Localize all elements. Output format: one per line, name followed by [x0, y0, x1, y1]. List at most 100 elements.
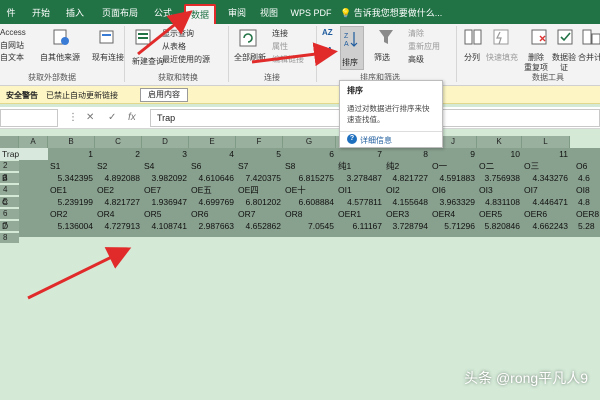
recent-sources-button[interactable]: 最近使用的源 — [162, 54, 210, 65]
sort-button[interactable]: ZA 排序 — [340, 26, 364, 70]
cell-value[interactable]: 4.662243 — [524, 221, 568, 231]
flash-fill-button[interactable]: 快速填充 — [486, 52, 518, 63]
cell-value[interactable]: 3.963329 — [431, 197, 475, 207]
cell-value[interactable]: 4.446471 — [524, 197, 568, 207]
cell-value[interactable]: 4.727913 — [96, 221, 140, 231]
cell-a1[interactable]: Trap — [0, 148, 48, 160]
cell-series-label[interactable]: S4 — [144, 161, 154, 171]
cell-value[interactable]: 4.610646 — [190, 173, 234, 183]
sort-descending-button[interactable]: ZA — [322, 46, 333, 55]
cell-value[interactable]: 3.982092 — [143, 173, 187, 183]
cell-row-label[interactable]: D — [2, 221, 8, 231]
cell-value[interactable]: 4.892088 — [96, 173, 140, 183]
cell-value[interactable]: 5.71296 — [431, 221, 475, 231]
tell-me-more-link[interactable]: 详细信息 — [360, 135, 392, 146]
cell-series-label[interactable]: OER1 — [338, 209, 361, 219]
tab-insert[interactable]: 插入 — [62, 4, 88, 22]
tell-me-box[interactable]: 💡 告诉我您想要做什么... — [340, 6, 442, 19]
cell-value[interactable]: 6.815275 — [290, 173, 334, 183]
tab-review[interactable]: 审阅 — [224, 4, 250, 22]
cell-series-label[interactable]: OER8 — [576, 209, 599, 219]
existing-connections-button[interactable]: 现有连接 — [92, 52, 124, 63]
cell-series-label[interactable]: OR7 — [238, 209, 255, 219]
cell-series-label[interactable]: O三 — [524, 161, 539, 171]
cell-series-label[interactable]: OR5 — [144, 209, 161, 219]
cell-value[interactable]: 4.699769 — [190, 197, 234, 207]
name-box[interactable] — [0, 109, 58, 127]
cell-series-label[interactable]: OER4 — [432, 209, 455, 219]
cell-series-label[interactable]: OE四 — [238, 185, 259, 195]
cell-number[interactable]: 11 — [524, 149, 568, 159]
cell-series-label[interactable]: O二 — [479, 161, 494, 171]
cell-number[interactable]: 9 — [431, 149, 475, 159]
cell-value[interactable]: 7.420375 — [237, 173, 281, 183]
cell-value[interactable]: 4.821727 — [96, 197, 140, 207]
tab-file[interactable]: 件 — [0, 4, 22, 22]
cell-series-label[interactable]: OI3 — [479, 185, 493, 195]
cell-series-label[interactable]: OER5 — [479, 209, 502, 219]
connections-button[interactable]: 连接 — [272, 28, 288, 39]
row-header-2[interactable]: 2 — [0, 161, 19, 171]
cell-series-label[interactable]: OER6 — [524, 209, 547, 219]
cell-value[interactable]: 4.591883 — [431, 173, 475, 183]
show-query-button[interactable]: 显示查询 — [162, 28, 194, 39]
column-header-b[interactable]: B — [48, 136, 95, 148]
enable-content-button[interactable]: 启用内容 — [140, 88, 188, 102]
cell-value[interactable]: 4.577811 — [338, 197, 382, 207]
reapply-button[interactable]: 重新应用 — [408, 41, 440, 52]
row-header-6[interactable]: 6 — [0, 209, 19, 219]
cell-value[interactable]: 6.608884 — [290, 197, 334, 207]
column-header-k[interactable]: K — [477, 136, 522, 148]
consolidate-button[interactable]: 合并计 — [578, 52, 600, 63]
cell-series-label[interactable]: OI7 — [524, 185, 538, 195]
cell-series-label[interactable]: OE1 — [50, 185, 67, 195]
cell-value[interactable]: 4.8 — [578, 197, 590, 207]
cell-series-label[interactable]: O6 — [576, 161, 587, 171]
cell-value[interactable]: 3.756938 — [476, 173, 520, 183]
column-header-a[interactable]: A — [19, 136, 48, 148]
cancel-icon[interactable]: ✕ — [86, 112, 94, 123]
cell-value[interactable]: 4.108741 — [143, 221, 187, 231]
cell-value[interactable]: 5.136004 — [49, 221, 93, 231]
column-header-g[interactable]: G — [283, 136, 336, 148]
cell-value[interactable]: 5.342395 — [49, 173, 93, 183]
clear-filter-button[interactable]: 清除 — [408, 28, 424, 39]
cell-number[interactable]: 4 — [190, 149, 234, 159]
from-table-button[interactable]: 从表格 — [162, 41, 186, 52]
cell-series-label[interactable]: OR8 — [285, 209, 302, 219]
refresh-all-button[interactable]: 全部刷新 — [234, 52, 266, 63]
cell-number[interactable]: 8 — [384, 149, 428, 159]
from-access-button[interactable]: Access — [0, 28, 26, 37]
cell-series-label[interactable]: 纯2 — [386, 161, 399, 171]
other-sources-button[interactable]: 自其他来源 — [40, 52, 80, 63]
cell-series-label[interactable]: OE五 — [191, 185, 212, 195]
new-query-button[interactable]: 新建查询 — [132, 56, 164, 67]
properties-button[interactable]: 属性 — [272, 41, 288, 52]
cell-series-label[interactable]: 纯1 — [338, 161, 351, 171]
tab-wps-pdf[interactable]: WPS PDF — [290, 4, 332, 22]
cell-row-label[interactable]: C — [2, 197, 8, 207]
cell-value[interactable]: 2.987663 — [190, 221, 234, 231]
cell-series-label[interactable]: S2 — [97, 161, 107, 171]
cell-number[interactable]: 6 — [290, 149, 334, 159]
column-header-l[interactable]: L — [522, 136, 570, 148]
cell-series-label[interactable]: OR6 — [191, 209, 208, 219]
cell-value[interactable]: 5.28 — [578, 221, 595, 231]
cell-series-label[interactable]: OR4 — [97, 209, 114, 219]
cell-value[interactable]: 5.239199 — [49, 197, 93, 207]
tab-data[interactable]: 数据 — [184, 4, 216, 24]
from-web-button[interactable]: 自网站 — [0, 40, 24, 51]
select-all-corner[interactable] — [0, 136, 19, 148]
enter-icon[interactable]: ✓ — [108, 112, 116, 123]
from-text-button[interactable]: 自文本 — [0, 52, 24, 63]
cell-value[interactable]: 6.11167 — [338, 221, 382, 231]
cell-number[interactable]: 5 — [237, 149, 281, 159]
cell-series-label[interactable]: S1 — [50, 161, 60, 171]
cell-series-label[interactable]: OE7 — [144, 185, 161, 195]
cell-series-label[interactable]: OI8 — [576, 185, 590, 195]
row-header-4[interactable]: 4 — [0, 185, 19, 195]
column-header-e[interactable]: E — [189, 136, 236, 148]
advanced-button[interactable]: 高级 — [408, 54, 424, 65]
cell-series-label[interactable]: S7 — [238, 161, 248, 171]
sort-ascending-button[interactable]: AZ — [322, 28, 333, 37]
